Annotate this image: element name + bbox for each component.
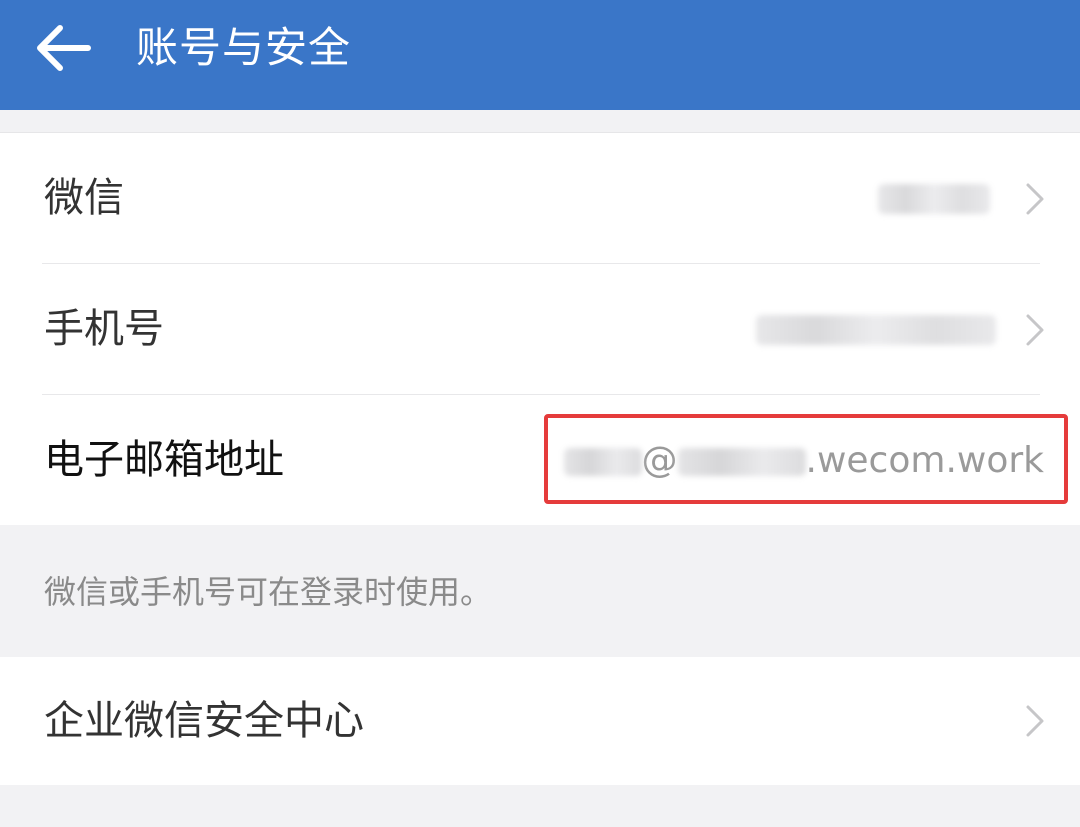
row-security-center[interactable]: 企业微信安全中心 xyxy=(0,657,1080,785)
row-label-security-center: 企业微信安全中心 xyxy=(44,698,364,744)
row-label-email: 电子邮箱地址 xyxy=(44,437,284,483)
security-center-group: 企业微信安全中心 xyxy=(0,657,1080,785)
page-title: 账号与安全 xyxy=(136,23,352,72)
row-label-wechat: 微信 xyxy=(44,175,124,221)
login-hint-text: 微信或手机号可在登录时使用。 xyxy=(44,573,493,611)
row-label-phone: 手机号 xyxy=(44,306,164,352)
chevron-right-icon xyxy=(1026,314,1044,345)
row-email: 电子邮箱地址 @ .wecom.work xyxy=(0,395,1080,526)
back-button[interactable] xyxy=(30,20,96,76)
email-at: @ xyxy=(641,440,678,481)
chevron-right-icon xyxy=(1026,705,1044,737)
back-arrow-icon xyxy=(37,25,91,71)
top-app-bar: 账号与安全 xyxy=(0,0,1080,110)
row-wechat[interactable]: 微信 xyxy=(0,133,1080,264)
phone-value-redacted xyxy=(756,314,996,345)
account-settings-group: 微信 手机号 电子邮箱地址 @ .wecom.work xyxy=(0,132,1080,525)
email-domain-redacted xyxy=(677,448,806,476)
email-local-redacted xyxy=(563,448,642,476)
chevron-right-icon xyxy=(1026,183,1044,214)
email-domain-suffix: .wecom.work xyxy=(805,440,1044,481)
row-phone[interactable]: 手机号 xyxy=(0,264,1080,395)
wechat-value-redacted xyxy=(878,183,990,214)
email-value: @ .wecom.work xyxy=(563,395,1044,526)
